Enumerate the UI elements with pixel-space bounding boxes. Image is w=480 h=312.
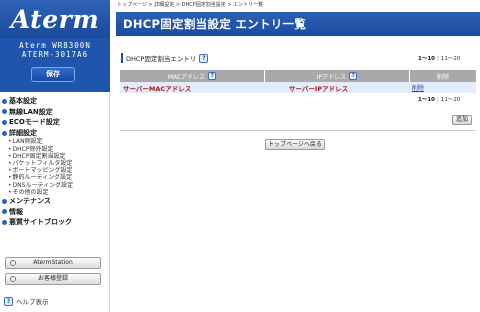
help-icon[interactable]: ?: [199, 53, 209, 63]
sub-bullet: •: [8, 181, 12, 189]
nav-sub-dhcp-fixed[interactable]: •DHCP固定割当設定: [2, 153, 110, 160]
pager-current: 1〜10: [418, 97, 435, 103]
nav-label: 基本設定: [9, 97, 37, 106]
nav-label: ECOモード設定: [9, 118, 60, 127]
nav-sub-other[interactable]: •その他の設定: [2, 189, 110, 196]
col-header-label: IPアドレス: [316, 73, 347, 81]
bullet-icon: [2, 198, 7, 204]
nav-maintenance[interactable]: メンテナンス: [2, 196, 110, 207]
aterm-station-label: AtermStation: [33, 259, 73, 266]
pager-next-link[interactable]: 11〜20: [441, 56, 461, 62]
nav-wireless-settings[interactable]: 無線LAN設定: [2, 107, 110, 118]
section-header: DHCP固定割当エントリ ?: [121, 53, 211, 63]
bullet-icon: [2, 119, 7, 125]
aterm-station-button[interactable]: AtermStation: [5, 257, 101, 269]
page-title: DHCP固定割当設定 エントリ一覧: [123, 17, 307, 31]
divider: [120, 130, 476, 131]
pager-bottom: 1〜10 | 11〜20: [418, 95, 460, 103]
cell-ip: サーバーIPアドレス: [289, 84, 349, 93]
cell-delete: 削除: [410, 82, 476, 93]
customer-registration-button[interactable]: お客様登録: [5, 273, 101, 285]
nav-detail-settings[interactable]: 詳細設定: [2, 128, 110, 139]
pager-next-link[interactable]: 11〜20: [441, 97, 461, 103]
table-header: MACアドレス? IPアドレス? 削除: [120, 70, 476, 82]
circle-icon: [10, 260, 16, 266]
nav-info[interactable]: 情報: [2, 206, 110, 217]
title-bar: DHCP固定割当設定 エントリ一覧: [116, 12, 480, 36]
logo[interactable]: Aterm: [0, 0, 110, 38]
col-header-ip: IPアドレス?: [265, 70, 410, 82]
pager-separator: |: [436, 97, 439, 103]
nav-sub-label: DHCP固定割当設定: [12, 152, 66, 160]
bullet-icon: [2, 209, 7, 215]
nav-label: 詳細設定: [9, 129, 37, 138]
bullet-icon: [2, 130, 7, 136]
nav-sub-dns-routing[interactable]: •DNSルーティング設定: [2, 182, 110, 189]
nav-label: 悪質サイトブロック: [9, 218, 72, 227]
device-id: ATERM-3017A6: [21, 50, 89, 59]
nav-malicious-site-block[interactable]: 悪質サイトブロック: [2, 217, 110, 228]
nav-sub-label: LAN側設定: [12, 138, 43, 146]
col-header-label: MACアドレス: [167, 73, 206, 81]
nav-sub-label: DNSルーティング設定: [12, 181, 74, 189]
col-header-delete: 削除: [410, 70, 476, 82]
bullet-icon: [2, 219, 7, 225]
model-name: Aterm WR8300N: [19, 41, 91, 50]
bullet-icon: [2, 98, 7, 104]
nav-sub-dhcp-exclude[interactable]: •DHCP除外設定: [2, 146, 110, 153]
help-label: ヘルプ表示: [16, 298, 49, 306]
logo-text: Aterm: [10, 4, 100, 34]
bullet-icon: [2, 109, 7, 115]
nav-sub-label: パケットフィルタ設定: [12, 159, 73, 167]
nav-eco-mode[interactable]: ECOモード設定: [2, 117, 110, 128]
pager-current: 1〜10: [418, 56, 435, 62]
nav-basic-settings[interactable]: 基本設定: [2, 96, 110, 107]
col-header-label: 削除: [436, 73, 449, 81]
sub-bullet: •: [8, 188, 12, 196]
back-to-top-button[interactable]: トップページへ戻る: [265, 139, 325, 150]
delete-link[interactable]: 削除: [412, 83, 424, 92]
nav-sub-lan[interactable]: •LAN側設定: [2, 138, 110, 145]
nav-sub-label: 静的ルーティング設定: [12, 174, 73, 182]
section-title: DHCP固定割当エントリ: [126, 55, 197, 63]
help-icon[interactable]: ?: [208, 72, 217, 80]
entry-table: MACアドレス? IPアドレス? 削除 サーバーMACアドレス サーバーIPアド…: [120, 70, 476, 93]
sub-bullet: •: [8, 159, 12, 167]
col-header-mac: MACアドレス?: [120, 70, 265, 82]
sub-bullet: •: [8, 152, 12, 160]
pager-separator: |: [436, 56, 439, 62]
sub-bullet: •: [8, 145, 12, 153]
nav-sub-label: DHCP除外設定: [12, 145, 54, 153]
nav-label: メンテナンス: [9, 197, 51, 206]
add-button[interactable]: 追加: [452, 115, 472, 125]
breadcrumb[interactable]: トップページ > 詳細設定 > DHCP固定割当設定 > エントリ一覧: [117, 1, 263, 8]
help-link[interactable]: ? ヘルプ表示: [4, 296, 49, 306]
cell-mac: サーバーMACアドレス: [123, 84, 192, 93]
help-icon: ?: [4, 296, 13, 306]
help-icon[interactable]: ?: [349, 72, 358, 80]
sub-bullet: •: [8, 138, 12, 146]
section-marker: [121, 53, 123, 63]
sidebar-nav: 基本設定 無線LAN設定 ECOモード設定 詳細設定 •LAN側設定 •DHCP…: [2, 96, 110, 228]
nav-sub-label: その他の設定: [12, 188, 49, 196]
nav-label: 無線LAN設定: [9, 107, 53, 116]
customer-registration-label: お客様登録: [37, 275, 68, 282]
save-button[interactable]: 保存: [31, 67, 75, 82]
sub-bullet: •: [8, 174, 12, 182]
sidebar-buttons: AtermStation お客様登録: [5, 257, 101, 289]
table-row: サーバーMACアドレス サーバーIPアドレス 削除: [120, 82, 476, 93]
model-info: Aterm WR8300N ATERM-3017A6: [0, 38, 110, 92]
sidebar: Aterm Aterm WR8300N ATERM-3017A6 保存 基本設定…: [0, 0, 110, 312]
circle-icon: [10, 276, 16, 282]
nav-sub-static-routing[interactable]: •静的ルーティング設定: [2, 174, 110, 181]
nav-label: 情報: [9, 207, 23, 216]
pager-top: 1〜10 | 11〜20: [418, 54, 460, 62]
